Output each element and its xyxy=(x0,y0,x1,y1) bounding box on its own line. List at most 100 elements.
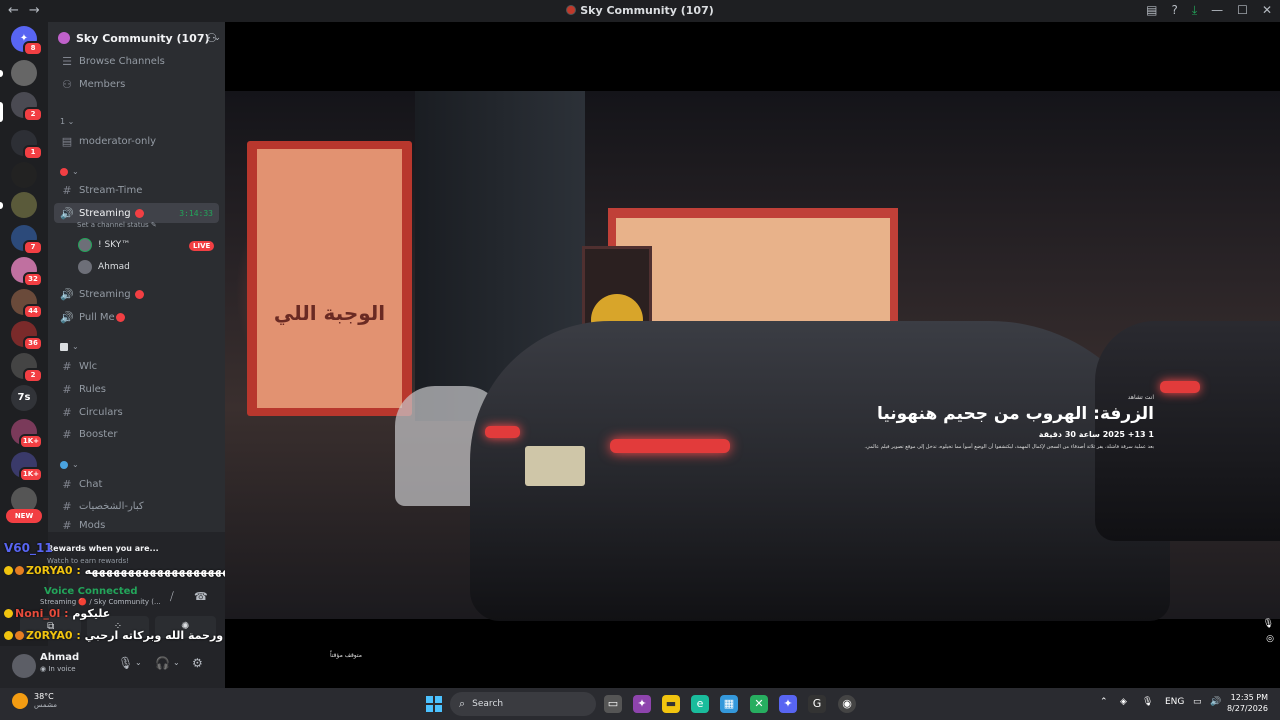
server-icon[interactable]: 1K+ xyxy=(11,419,43,449)
category-1[interactable]: 1 ⌄ xyxy=(60,117,74,126)
noise-suppression-icon[interactable]: ⧸ xyxy=(170,590,174,604)
server-rail: ✦ 8 2 1 7 32 44 36 2 7s 1K+ 1K+ NEW xyxy=(0,22,48,688)
microphone-icon[interactable]: 🎙 xyxy=(118,656,133,670)
category-red[interactable]: ⌄ xyxy=(60,167,79,176)
direct-messages-icon[interactable]: ✦ 8 xyxy=(11,26,43,56)
user-name: Ahmad xyxy=(40,652,80,663)
status-dot xyxy=(115,312,125,322)
windows-start-icon[interactable] xyxy=(426,696,442,712)
weather-widget[interactable]: 38°C مشمس xyxy=(12,692,57,709)
channel-moderator-only[interactable]: ▤ moderator-only xyxy=(54,131,219,151)
channel-stream-time[interactable]: # Stream-Time xyxy=(54,180,219,200)
category-blue[interactable]: ⌄ xyxy=(60,460,79,469)
close-button[interactable]: ✕ xyxy=(1262,3,1272,18)
set-channel-status[interactable]: Set a channel status ✎ xyxy=(77,221,157,229)
server-icon[interactable]: 2 xyxy=(11,353,43,383)
copilot-icon[interactable]: ✦ xyxy=(633,695,651,713)
store-icon[interactable]: ▦ xyxy=(720,695,738,713)
volume-icon[interactable]: 🔊 xyxy=(1210,697,1221,707)
badge-icon xyxy=(4,631,13,640)
app-icon[interactable]: G xyxy=(808,695,826,713)
server-icon[interactable]: 2 xyxy=(11,92,43,122)
title-bar: ← → Sky Community (107) ▤ ? ⤓ — ☐ ✕ xyxy=(0,0,1280,22)
add-member-icon[interactable]: ⚇ xyxy=(206,31,217,45)
download-icon[interactable]: ⤓ xyxy=(1192,3,1197,18)
server-icon[interactable] xyxy=(11,192,37,218)
overlay-label: V60_11 xyxy=(4,541,53,555)
server-header[interactable]: Sky Community (107) ⌄ ⚇ xyxy=(48,22,225,54)
browse-channels[interactable]: ☰ Browse Channels xyxy=(54,51,219,71)
headphones-icon[interactable]: 🎧 xyxy=(155,656,170,670)
channel-booster[interactable]: # Booster xyxy=(54,424,219,444)
weather-condition: مشمس xyxy=(34,701,57,709)
settings-gear-icon[interactable]: ⚙ xyxy=(192,656,203,670)
text-server-icon[interactable]: 7s xyxy=(11,385,37,411)
disconnect-icon[interactable]: ☎ xyxy=(194,590,208,603)
server-icon[interactable] xyxy=(11,60,37,86)
hash-icon: # xyxy=(62,427,72,441)
live-badge: LIVE xyxy=(189,241,215,251)
server-icon[interactable]: 36 xyxy=(11,321,43,351)
xbox-icon[interactable]: ✕ xyxy=(750,695,768,713)
category-dot xyxy=(60,342,68,351)
inbox-icon[interactable]: ▤ xyxy=(1146,3,1157,18)
voice-user-ahmad[interactable]: Ahmad xyxy=(78,258,130,276)
file-explorer-icon[interactable]: ▬ xyxy=(662,695,680,713)
voice-channel-streaming[interactable]: 🔊 Streaming 3:14:33 xyxy=(54,203,219,223)
channel-rules[interactable]: # Rules xyxy=(54,379,219,399)
sun-icon xyxy=(12,692,28,709)
clock-time: 12:35 PM xyxy=(1230,693,1268,702)
channel-mods[interactable]: # Mods xyxy=(54,519,219,531)
server-badge: 2 xyxy=(23,107,43,122)
server-icon xyxy=(566,5,577,15)
network-icon[interactable]: ▭ xyxy=(1193,697,1202,707)
selected-pill xyxy=(0,102,3,122)
speaker-icon: 🔊 xyxy=(60,206,74,220)
channel-chat[interactable]: # Chat xyxy=(54,474,219,494)
voice-channel-pull-me[interactable]: 🔊 Pull Me xyxy=(54,307,219,327)
voice-connected-label[interactable]: Voice Connected xyxy=(44,586,138,597)
settings-icon[interactable]: ◎ xyxy=(1266,634,1274,644)
maximize-button[interactable]: ☐ xyxy=(1237,3,1248,18)
speaker-icon: 🔊 xyxy=(60,310,74,324)
mic-icon[interactable]: 🎙 xyxy=(1263,619,1274,629)
avatar[interactable] xyxy=(12,654,36,678)
rewards-title[interactable]: Rewards when you are... xyxy=(47,544,159,553)
channel-wlc[interactable]: # Wlc xyxy=(54,356,219,376)
discord-icon[interactable]: ✦ xyxy=(779,695,797,713)
system-clock[interactable]: 12:35 PM 8/27/2026 xyxy=(1227,692,1268,714)
voice-channel-streaming-2[interactable]: 🔊 Streaming xyxy=(54,284,219,304)
voice-user-sky[interactable]: ! SKY™ xyxy=(78,236,130,254)
channel-label: Wlc xyxy=(79,360,98,372)
chat-message: عليكوم xyxy=(72,607,111,620)
minimize-button[interactable]: — xyxy=(1211,3,1223,18)
channel-circulars[interactable]: # Circulars xyxy=(54,402,219,422)
server-icon[interactable]: 1K+ xyxy=(11,452,43,482)
task-view-icon[interactable]: ▭ xyxy=(604,695,622,713)
category-white[interactable]: ⌄ xyxy=(60,342,79,351)
channel-personalities[interactable]: # كبار-الشخصيات xyxy=(54,496,219,516)
channel-label: Booster xyxy=(79,428,118,440)
language-indicator[interactable]: ENG xyxy=(1165,697,1184,707)
chevron-up-icon[interactable]: ⌃ xyxy=(1100,697,1108,707)
billboard-text: الوجبة اللي xyxy=(273,301,386,325)
microphone-tray-icon[interactable]: 🎙 xyxy=(1142,697,1153,707)
new-badge[interactable]: NEW xyxy=(6,509,42,523)
server-icon[interactable]: 32 xyxy=(11,257,43,287)
help-icon[interactable]: ? xyxy=(1171,3,1177,18)
chevron-down-icon[interactable]: ⌄ xyxy=(173,658,180,667)
stream-view[interactable]: الوجبة اللي انت تشاهد الزرفة: الهروب من … xyxy=(225,22,1280,688)
edge-icon[interactable]: e xyxy=(691,695,709,713)
server-badge: 1K+ xyxy=(18,434,43,449)
tray-app-icon[interactable]: ◈ xyxy=(1120,697,1127,707)
server-icon[interactable]: 7 xyxy=(11,225,43,255)
taskbar-search[interactable]: ⌕ Search xyxy=(450,692,596,716)
members-icon: ⚇ xyxy=(62,77,72,91)
server-icon[interactable]: 44 xyxy=(11,289,43,319)
server-badge: 44 xyxy=(23,304,43,319)
obs-icon[interactable]: ◉ xyxy=(838,695,856,713)
chevron-down-icon[interactable]: ⌄ xyxy=(135,658,142,667)
server-icon[interactable] xyxy=(11,162,37,188)
members[interactable]: ⚇ Members xyxy=(54,74,219,94)
server-icon[interactable]: 1 xyxy=(11,130,43,160)
